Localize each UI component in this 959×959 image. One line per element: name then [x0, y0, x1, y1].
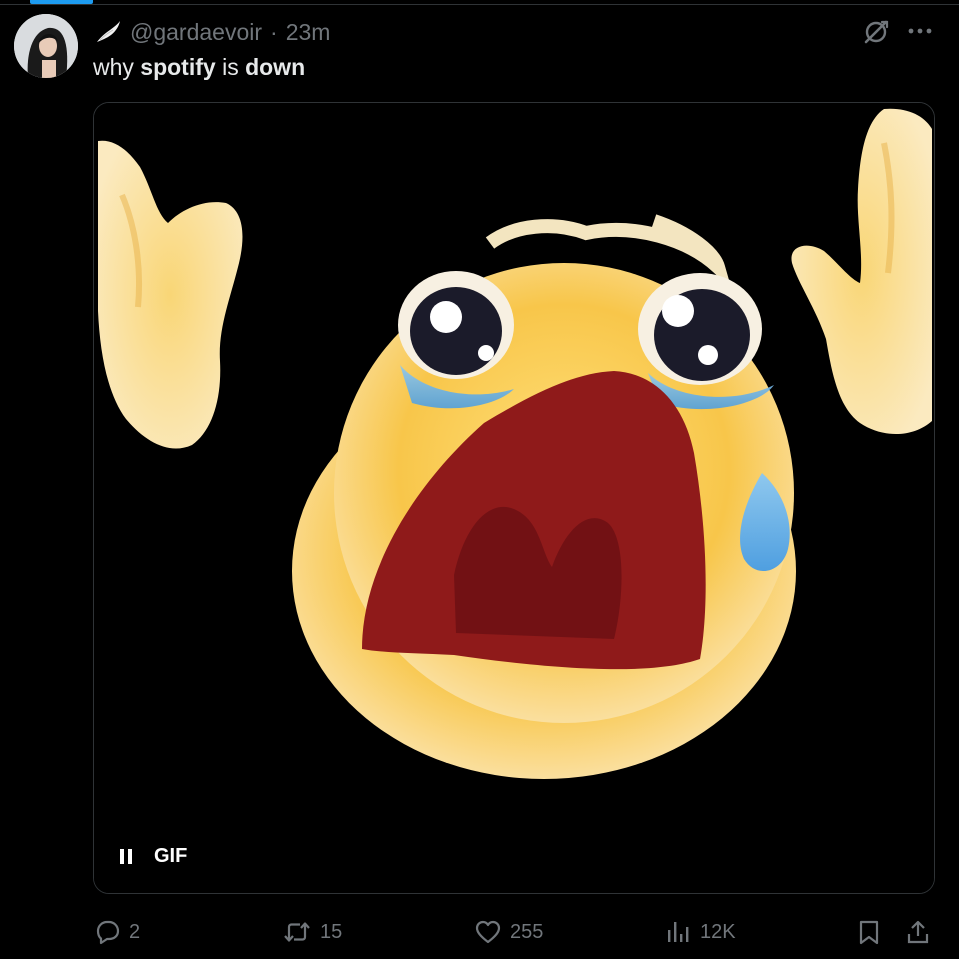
- avatar[interactable]: [14, 14, 78, 78]
- tweet-header: @gardaevoir · 23m: [94, 17, 330, 47]
- tweet-text-part: is: [215, 54, 246, 80]
- repost-count: 15: [320, 920, 343, 943]
- views-button[interactable]: 12K: [664, 912, 736, 952]
- reply-button[interactable]: 2: [93, 912, 140, 952]
- repost-button[interactable]: 15: [282, 912, 342, 952]
- views-count: 12K: [700, 920, 736, 943]
- tweet-text-bold: down: [245, 54, 306, 80]
- tweet-action-bar: 2 15 255 12K: [0, 912, 959, 952]
- tweet-timestamp[interactable]: 23m: [286, 19, 331, 46]
- avatar-image: [14, 14, 78, 78]
- like-count: 255: [510, 920, 544, 943]
- reply-count: 2: [129, 920, 141, 943]
- author-handle[interactable]: @gardaevoir: [130, 19, 262, 46]
- tweet-text-bold: spotify: [140, 54, 216, 80]
- repost-icon: [284, 922, 310, 942]
- separator-dot: ·: [270, 18, 278, 45]
- like-icon: [475, 920, 501, 944]
- gif-badge: GIF: [154, 845, 188, 867]
- more-icon[interactable]: [904, 18, 936, 44]
- grok-icon[interactable]: [862, 18, 890, 46]
- reply-icon: [96, 920, 120, 945]
- tweet-text-part: why: [93, 54, 141, 80]
- share-button[interactable]: [904, 912, 932, 952]
- tweet-media-gif[interactable]: GIF: [93, 102, 935, 894]
- gif-controls: GIF: [120, 845, 187, 868]
- share-icon: [907, 920, 929, 944]
- tweet-text: why spotify is down: [93, 52, 305, 82]
- bookmark-icon: [859, 920, 879, 945]
- pause-icon[interactable]: [120, 848, 134, 866]
- views-icon: [668, 922, 689, 942]
- bookmark-button[interactable]: [856, 912, 882, 952]
- top-divider: [0, 4, 959, 5]
- like-button[interactable]: 255: [474, 912, 543, 952]
- crying-emoji-gif: [94, 103, 934, 893]
- wing-icon: [94, 18, 122, 46]
